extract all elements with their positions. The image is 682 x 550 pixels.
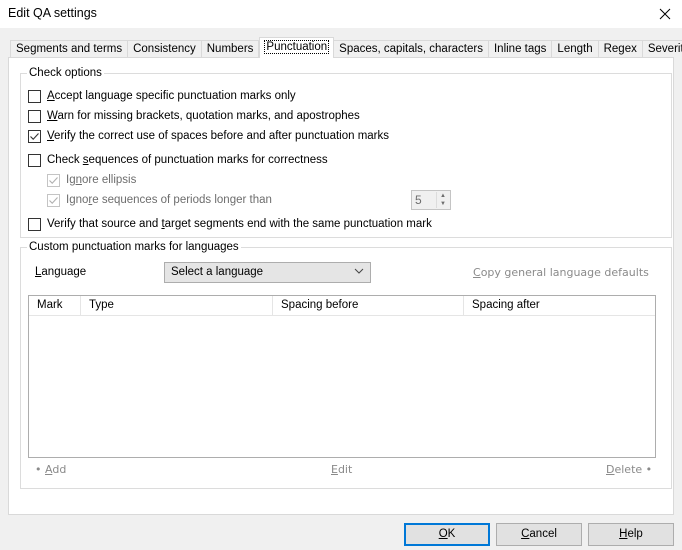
checkbox-label: Ignore ellipsis <box>66 174 137 186</box>
tab-segments-and-terms[interactable]: Segments and terms <box>10 40 129 58</box>
tab-punctuation[interactable]: Punctuation <box>259 37 335 58</box>
checkbox <box>47 193 60 207</box>
checkbox[interactable] <box>28 89 41 103</box>
checkbox[interactable] <box>28 129 41 143</box>
close-icon <box>659 8 671 20</box>
tab-label: Regex <box>603 43 637 55</box>
verify-spaces-checkbox-row[interactable]: Verify the correct use of spaces before … <box>28 128 389 144</box>
close-button[interactable] <box>648 0 682 28</box>
tab-label: Length <box>557 43 593 55</box>
edit-link[interactable]: Edit <box>331 463 352 476</box>
tab-panel-punctuation: Check options Accept language specific p… <box>8 57 674 515</box>
tab-label: Spaces, capitals, characters <box>339 43 483 55</box>
tab-inline-tags[interactable]: Inline tags <box>488 40 553 58</box>
language-label: Language <box>35 266 87 278</box>
custom-punctuation-legend: Custom punctuation marks for languages <box>29 241 239 253</box>
period-length-spinner: 5 ▲ ▼ <box>411 190 451 210</box>
check-options-legend: Check options <box>29 67 102 79</box>
punctuation-marks-table[interactable]: Mark Type Spacing before Spacing after <box>28 295 656 458</box>
checkbox-label: Accept language specific punctuation mar… <box>47 90 296 102</box>
bullet-icon: • <box>642 463 653 476</box>
tab-consistency[interactable]: Consistency <box>128 40 202 58</box>
tab-bar: Segments and terms Consistency Numbers P… <box>10 37 682 58</box>
checkbox-label: Verify that source and target segments e… <box>47 218 432 230</box>
verify-end-punctuation-checkbox-row[interactable]: Verify that source and target segments e… <box>28 216 432 232</box>
cancel-button[interactable]: Cancel <box>496 523 582 546</box>
ok-button[interactable]: OK <box>404 523 490 546</box>
column-header-mark[interactable]: Mark <box>29 296 81 315</box>
tab-spaces-capitals-characters[interactable]: Spaces, capitals, characters <box>334 40 489 58</box>
warn-missing-brackets-checkbox-row[interactable]: Warn for missing brackets, quotation mar… <box>28 108 360 124</box>
column-header-spacing-after[interactable]: Spacing after <box>464 296 655 315</box>
table-header: Mark Type Spacing before Spacing after <box>29 296 655 316</box>
checkbox-label: Warn for missing brackets, quotation mar… <box>47 110 360 122</box>
tab-length[interactable]: Length <box>552 40 599 58</box>
window-title: Edit QA settings <box>8 6 97 20</box>
title-bar: Edit QA settings <box>0 0 682 28</box>
spin-up-icon: ▲ <box>440 193 446 199</box>
accept-language-specific-checkbox-row[interactable]: Accept language specific punctuation mar… <box>28 88 296 104</box>
copy-general-language-defaults-link[interactable]: Copy general language defaults <box>473 266 649 279</box>
spinner-buttons: ▲ ▼ <box>436 192 449 208</box>
checkbox-label: Verify the correct use of spaces before … <box>47 130 390 142</box>
tab-label: Punctuation <box>264 40 330 54</box>
checkmark-icon <box>49 196 58 204</box>
period-length-value: 5 <box>415 193 422 207</box>
bullet-icon: • <box>35 463 45 476</box>
check-sequences-checkbox-row[interactable]: Check sequences of punctuation marks for… <box>28 152 328 168</box>
checkmark-icon <box>30 132 39 140</box>
column-header-spacing-before[interactable]: Spacing before <box>273 296 464 315</box>
add-link[interactable]: • Add <box>35 463 66 476</box>
ignore-ellipsis-checkbox-row: Ignore ellipsis <box>47 172 136 188</box>
checkbox <box>47 173 60 187</box>
tab-regex[interactable]: Regex <box>598 40 643 58</box>
tab-label: Numbers <box>206 43 254 55</box>
column-header-type[interactable]: Type <box>81 296 273 315</box>
checkmark-icon <box>49 176 58 184</box>
help-button[interactable]: Help <box>588 523 674 546</box>
checkbox[interactable] <box>28 109 41 123</box>
tab-severity[interactable]: Severity <box>642 40 682 58</box>
delete-link[interactable]: Delete • <box>606 463 652 476</box>
tab-numbers[interactable]: Numbers <box>201 40 260 58</box>
chevron-down-icon <box>354 266 364 279</box>
checkbox-label: Ignore sequences of periods longer than <box>66 194 272 206</box>
checkbox[interactable] <box>28 153 41 167</box>
checkbox[interactable] <box>28 217 41 231</box>
tab-label: Inline tags <box>493 43 547 55</box>
language-select-value: Select a language <box>171 266 264 278</box>
ignore-period-sequences-checkbox-row: Ignore sequences of periods longer than <box>47 192 272 208</box>
tab-label: Segments and terms <box>16 43 123 55</box>
tab-label: Consistency <box>133 43 196 55</box>
language-select[interactable]: Select a language <box>164 262 371 283</box>
checkbox-label: Check sequences of punctuation marks for… <box>47 154 328 166</box>
spin-down-icon: ▼ <box>440 201 446 207</box>
tab-label: Severity <box>647 43 682 55</box>
